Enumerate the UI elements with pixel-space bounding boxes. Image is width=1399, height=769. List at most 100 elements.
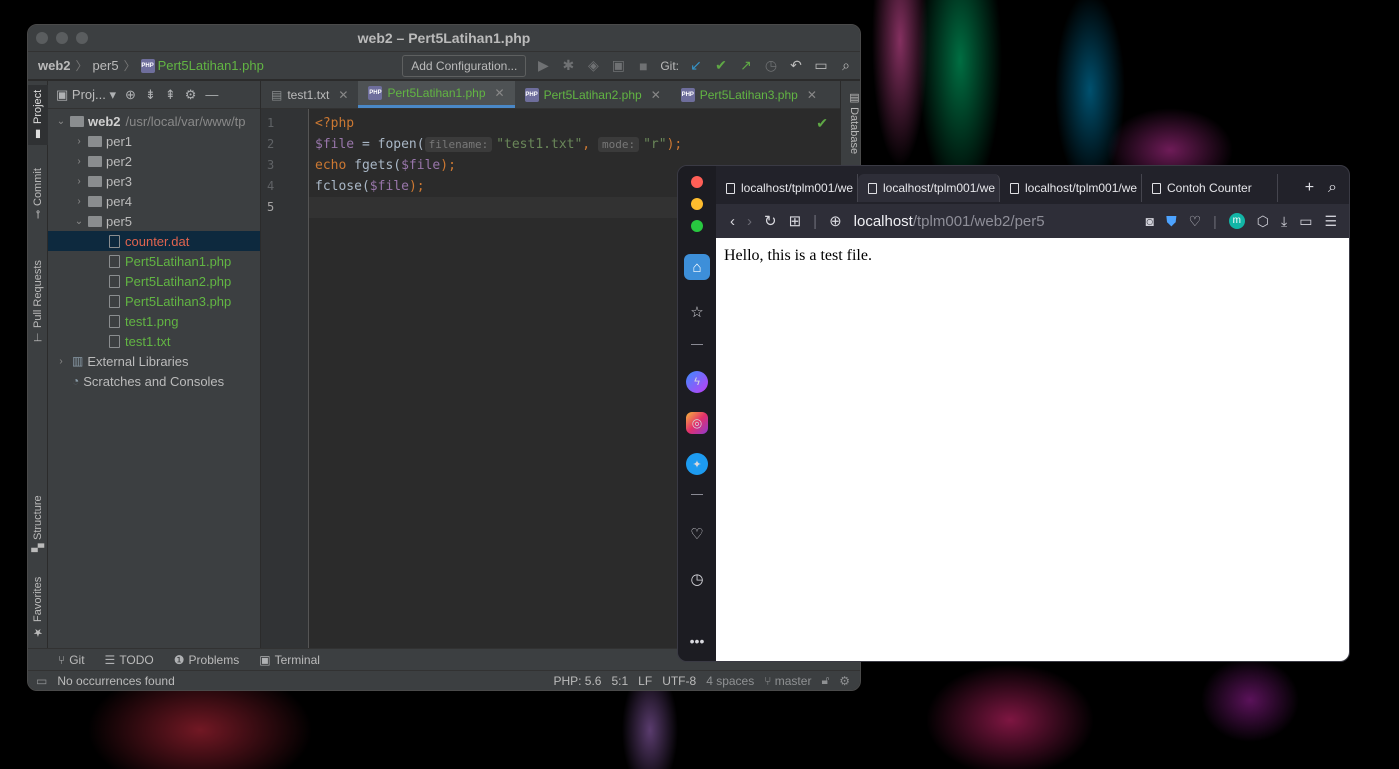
tool-tab-structure[interactable]: ▚ Structure [28, 486, 48, 556]
chevron-down-icon[interactable]: ⌄ [72, 216, 86, 227]
chevron-down-icon[interactable]: ⌄ [54, 116, 68, 127]
browser-tab-active[interactable]: localhost/tplm001/we [858, 174, 1000, 202]
easy-setup-icon[interactable]: ☰ [1324, 213, 1337, 230]
line-separator-widget[interactable]: LF [638, 674, 652, 688]
tree-file[interactable]: Pert5Latihan1.php [48, 251, 260, 271]
pinboard-icon[interactable]: ☆ [684, 299, 710, 325]
inspection-ok-icon[interactable]: ✔ [816, 115, 828, 132]
tree-folder[interactable]: › per3 [48, 171, 260, 191]
encoding-widget[interactable]: UTF-8 [662, 674, 696, 688]
browser-tab[interactable]: localhost/tplm001/we [716, 174, 858, 202]
tree-file[interactable]: Pert5Latihan3.php [48, 291, 260, 311]
tool-tab-pull-requests[interactable]: ⊢ Pull Requests [28, 236, 48, 346]
gear-icon[interactable]: ⚙ [185, 87, 197, 103]
tool-tab-commit[interactable]: ⊸ Commit [28, 159, 48, 223]
messenger-icon[interactable]: ϟ [686, 371, 708, 393]
download-icon[interactable]: ⤓ [1281, 213, 1287, 230]
home-icon[interactable]: ⌂ [684, 254, 710, 280]
search-icon[interactable]: ⌕ [838, 57, 854, 74]
chevron-right-icon[interactable]: › [54, 356, 68, 367]
browser-tab[interactable]: localhost/tplm001/we [1000, 174, 1142, 202]
editor-tab[interactable]: PHP Pert5Latihan2.php ✕ [515, 81, 671, 108]
hide-icon[interactable]: — [205, 87, 218, 102]
heart-icon[interactable]: ♡ [684, 521, 710, 547]
cube-icon[interactable]: ⬡ [1257, 213, 1269, 230]
close-icon[interactable]: ✕ [495, 86, 505, 100]
heart-icon[interactable]: ♡ [1189, 213, 1202, 230]
chevron-right-icon[interactable]: › [72, 156, 86, 167]
zoom-window-button[interactable] [76, 32, 88, 44]
twitter-icon[interactable]: ✦ [686, 453, 708, 475]
breadcrumb-folder[interactable]: per5 [93, 58, 119, 73]
presentation-mode-icon[interactable]: ▭ [813, 57, 829, 74]
forward-icon[interactable]: › [747, 213, 752, 230]
chevron-right-icon[interactable]: › [72, 136, 86, 147]
editor-tab-active[interactable]: PHP Pert5Latihan1.php ✕ [358, 81, 515, 108]
more-icon[interactable]: ••• [678, 633, 716, 649]
tool-tab-terminal[interactable]: ▣ Terminal [259, 653, 320, 667]
clock-icon[interactable]: ◷ [684, 566, 710, 592]
php-version-widget[interactable]: PHP: 5.6 [553, 674, 601, 688]
tree-scratches[interactable]: ◔ Scratches and Consoles [48, 371, 260, 391]
tree-folder[interactable]: › per4 [48, 191, 260, 211]
editor-tab[interactable]: ▤ test1.txt ✕ [261, 81, 358, 108]
collapse-all-icon[interactable]: ⇞ [165, 87, 176, 103]
chevron-right-icon[interactable]: › [72, 176, 86, 187]
zoom-window-button[interactable] [691, 220, 703, 232]
tool-tab-git[interactable]: ⑂ Git [58, 653, 85, 667]
add-configuration-button[interactable]: Add Configuration... [402, 54, 527, 77]
camera-icon[interactable]: ◙ [1146, 213, 1154, 229]
caret-position-widget[interactable]: 5:1 [611, 674, 628, 688]
tool-tab-favorites[interactable]: ★ Favorites [28, 571, 48, 643]
battery-icon[interactable]: ▭ [1299, 213, 1312, 230]
chevron-right-icon[interactable]: › [72, 196, 86, 207]
tree-folder[interactable]: › per1 [48, 131, 260, 151]
run-icon[interactable]: ▶ [535, 57, 551, 74]
debug-icon[interactable]: ✱ [560, 57, 576, 74]
minimize-window-button[interactable] [56, 32, 68, 44]
locate-icon[interactable]: ⊕ [125, 87, 136, 103]
expand-all-icon[interactable]: ⇟ [145, 87, 156, 103]
status-panel-icon[interactable]: ▭ [36, 674, 47, 688]
close-window-button[interactable] [691, 176, 703, 188]
profile-avatar[interactable]: m [1228, 213, 1245, 229]
breadcrumb-file[interactable]: PHP Pert5Latihan1.php [140, 58, 264, 73]
stop-icon[interactable]: ■ [635, 58, 651, 74]
tree-file[interactable]: test1.txt [48, 331, 260, 351]
profiler-icon[interactable]: ▣ [610, 57, 626, 74]
close-window-button[interactable] [36, 32, 48, 44]
tool-tab-project[interactable]: ▮ Project [28, 85, 48, 145]
instagram-icon[interactable]: ◎ [686, 412, 708, 434]
tree-folder[interactable]: ⌄ per5 [48, 211, 260, 231]
tree-folder[interactable]: › per2 [48, 151, 260, 171]
git-push-icon[interactable]: ↗ [738, 57, 754, 74]
new-tab-icon[interactable]: + [1305, 179, 1314, 197]
close-icon[interactable]: ✕ [807, 88, 817, 102]
rollback-icon[interactable]: ↶ [788, 57, 804, 74]
shield-icon[interactable]: ⛊ [1166, 213, 1177, 230]
close-icon[interactable]: ✕ [651, 88, 661, 102]
tool-tab-problems[interactable]: ❶ Problems [174, 653, 239, 667]
editor-tab[interactable]: PHP Pert5Latihan3.php ✕ [671, 81, 827, 108]
minimize-window-button[interactable] [691, 198, 703, 210]
git-history-icon[interactable]: ◷ [763, 57, 779, 74]
tool-tab-todo[interactable]: ☰ TODO [105, 653, 154, 667]
tree-file[interactable]: Pert5Latihan2.php [48, 271, 260, 291]
browser-tab[interactable]: Contoh Counter [1142, 174, 1278, 202]
tree-file[interactable]: test1.png [48, 311, 260, 331]
git-branch-widget[interactable]: ⑂ master [764, 674, 811, 688]
breadcrumb-project[interactable]: web2 [38, 58, 71, 73]
tree-external-libraries[interactable]: › ▥ External Libraries [48, 351, 260, 371]
git-update-icon[interactable]: ↙ [688, 57, 704, 74]
url-field[interactable]: localhost/tplm001/web2/per5 [854, 213, 1045, 230]
lock-icon[interactable]: 🔓︎ [821, 673, 829, 688]
project-view-selector[interactable]: ▣ Proj... ▾ [56, 87, 116, 103]
close-icon[interactable]: ✕ [338, 88, 348, 102]
speed-dial-icon[interactable]: ⊞ [789, 212, 802, 230]
indent-widget[interactable]: 4 spaces [706, 674, 754, 688]
coverage-icon[interactable]: ◈ [585, 57, 601, 74]
tree-root[interactable]: ⌄ web2 /usr/local/var/www/tp [48, 111, 260, 131]
reload-icon[interactable]: ↻ [764, 212, 777, 230]
tool-tab-database[interactable]: ▤ Database [841, 91, 860, 154]
memory-indicator-icon[interactable]: ⚙ [839, 674, 850, 688]
